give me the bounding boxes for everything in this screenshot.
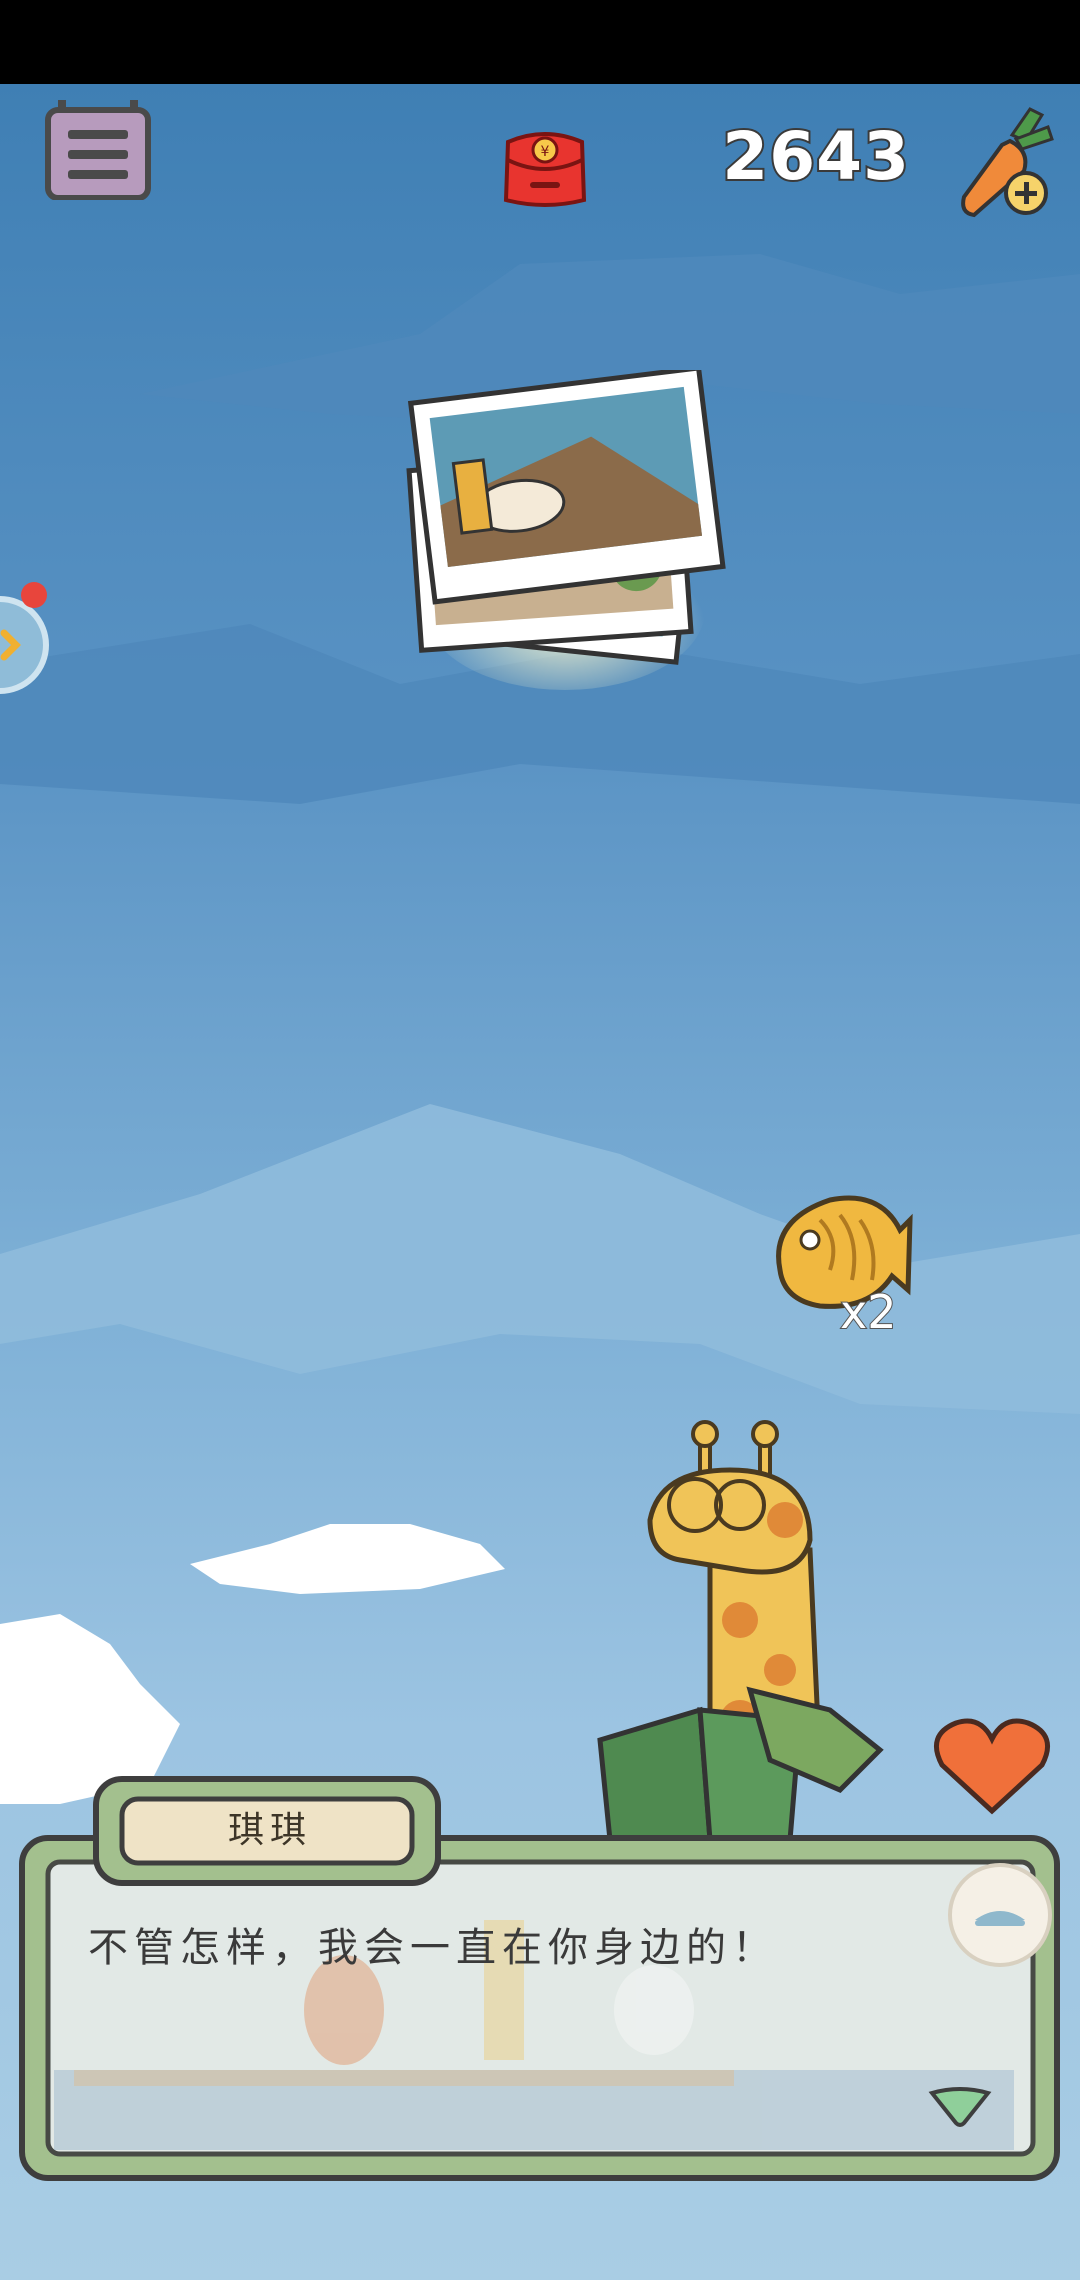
skip-icon <box>948 1863 1052 1967</box>
photo-stack[interactable] <box>395 365 735 690</box>
menu-icon <box>45 100 151 201</box>
menu-button[interactable] <box>44 100 152 201</box>
svg-text:¥: ¥ <box>541 144 550 160</box>
reward-multiplier: x2 <box>839 1284 897 1340</box>
red-packet-icon: ¥ <box>503 132 587 207</box>
carrot-add-icon <box>961 107 1054 218</box>
speaker-name: 琪琪 <box>227 1810 312 1851</box>
dialog-text: 不管怎样，我会一直在你身边的！ <box>88 1925 778 1971</box>
add-carrots-button[interactable] <box>950 105 1060 225</box>
side-expand-button[interactable] <box>0 575 52 715</box>
carrot-count: 2643 <box>720 116 911 197</box>
photo-stack-icon <box>406 365 726 690</box>
skip-button[interactable] <box>945 1860 1055 1970</box>
status-bar <box>0 0 1080 84</box>
next-dialog-button[interactable] <box>928 2085 992 2127</box>
red-packet-button[interactable]: ¥ <box>500 130 590 208</box>
side-expand-icon <box>0 582 49 694</box>
chevron-down-icon <box>928 2087 992 2127</box>
